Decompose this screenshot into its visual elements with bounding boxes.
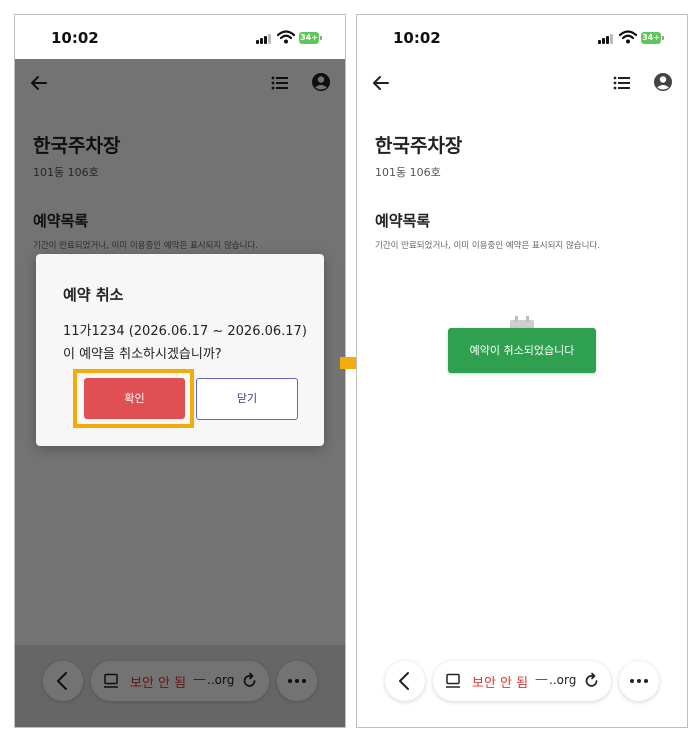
chevron-left-icon [399, 672, 409, 690]
toast-message: 예약이 취소되었습니다 [448, 328, 596, 373]
list-icon[interactable] [613, 74, 631, 92]
browser-more-button[interactable] [619, 661, 659, 701]
status-bar: 10:02 34+ [357, 15, 687, 59]
battery-indicator: 34+ [299, 32, 319, 44]
tab-icon [446, 673, 460, 688]
battery-indicator: 34+ [641, 32, 661, 44]
back-arrow-icon[interactable] [371, 73, 391, 93]
section-note: 기간이 만료되었거나, 이미 이용중인 예약은 표시되지 않습니다. [375, 241, 600, 251]
phone-after: 10:02 34+ 한국주차장 101동 106호 예약목록 기간이 만료되었거… [356, 14, 688, 728]
battery-tip [320, 36, 322, 40]
app-bar [357, 59, 687, 107]
page-title: 한국주차장 [375, 135, 463, 157]
cellular-signal-icon [256, 33, 274, 44]
browser-toolbar: 보안 안 됨 — ..org [357, 645, 687, 727]
status-bar: 10:02 34+ [15, 15, 345, 59]
dialog-title: 예약 취소 [63, 286, 124, 304]
status-time: 10:02 [393, 29, 441, 47]
url-separator: — [535, 672, 548, 687]
close-button[interactable]: 닫기 [196, 378, 298, 420]
dialog-question: 이 예약을 취소하시겠습니까? [63, 347, 222, 362]
phone-before: 10:02 34+ 한국주차장 101동 106호 예약목록 기간이 만료되었거… [14, 14, 346, 728]
reload-icon[interactable] [583, 672, 600, 689]
page-subtitle: 101동 106호 [375, 166, 441, 179]
url-domain: ..org [549, 673, 577, 687]
security-warning: 보안 안 됨 [472, 676, 529, 691]
wifi-icon [619, 30, 637, 44]
wifi-icon [277, 30, 295, 44]
confirm-button[interactable]: 확인 [84, 378, 185, 419]
section-title: 예약목록 [375, 212, 431, 230]
browser-back-button[interactable] [385, 661, 425, 701]
dialog-reservation-detail: 11가1234 (2026.06.17 ~ 2026.06.17) [63, 324, 307, 339]
cellular-signal-icon [598, 33, 616, 44]
profile-icon[interactable] [653, 72, 673, 92]
address-bar[interactable]: 보안 안 됨 — ..org [433, 661, 611, 701]
status-time: 10:02 [51, 29, 99, 47]
cancel-dialog: 예약 취소 11가1234 (2026.06.17 ~ 2026.06.17) … [36, 254, 324, 446]
more-icon [630, 679, 648, 683]
battery-tip [662, 36, 664, 40]
